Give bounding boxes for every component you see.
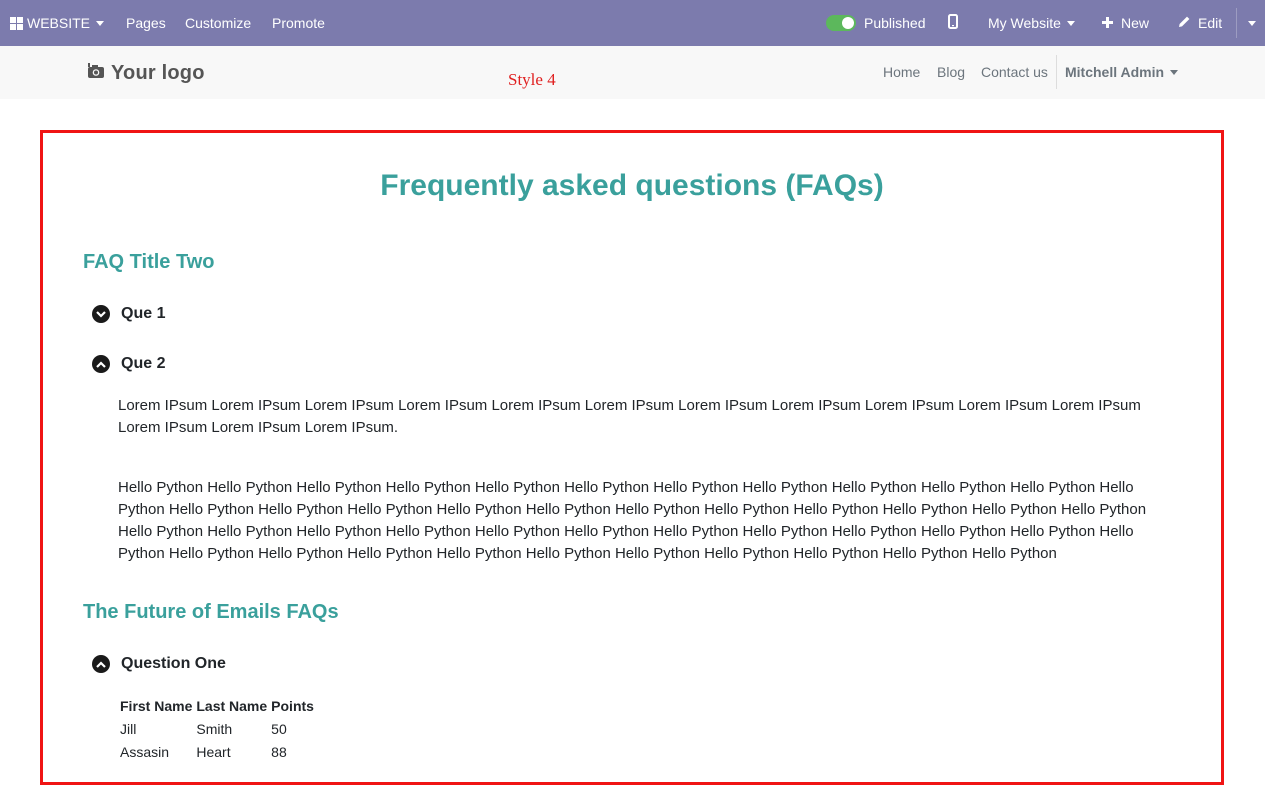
- published-toggle[interactable]: Published: [826, 0, 926, 46]
- faq-question[interactable]: Que 2: [92, 355, 165, 373]
- camera-icon: [87, 63, 105, 84]
- table-cell: 88: [271, 743, 287, 760]
- edit-label: Edit: [1198, 15, 1223, 31]
- table-cell: 50: [271, 720, 287, 737]
- new-button[interactable]: New: [1102, 0, 1149, 46]
- table-row: Assasin Heart 88: [118, 740, 316, 763]
- customize-menu[interactable]: Customize: [185, 0, 251, 46]
- plus-icon: [1102, 15, 1113, 31]
- column-header: Last Name: [196, 697, 268, 714]
- table-cell: Jill: [120, 720, 137, 737]
- promote-menu[interactable]: Promote: [272, 0, 325, 46]
- nav-link-contact-us[interactable]: Contact us: [981, 64, 1048, 80]
- toggle-switch-icon: [826, 15, 856, 31]
- table-header-row: First Name Last Name Points: [118, 694, 316, 717]
- chevron-up-circle-icon: [92, 355, 110, 373]
- edit-options-dropdown[interactable]: [1246, 0, 1256, 46]
- admin-top-bar: WEBSITE Pages Customize Promote Publishe…: [0, 0, 1265, 46]
- style-label: Style 4: [508, 70, 556, 89]
- column-header: Points: [271, 697, 314, 714]
- chevron-down-icon: [1248, 21, 1256, 26]
- faq-answer-paragraph: Lorem IPsum Lorem IPsum Lorem IPsum Lore…: [118, 397, 1141, 436]
- mobile-preview-button[interactable]: [948, 0, 958, 46]
- question-label: Que 2: [121, 355, 166, 372]
- pencil-icon: [1178, 15, 1191, 31]
- faq-section-title: The Future of Emails FAQs: [83, 601, 339, 623]
- chevron-down-icon: [1170, 70, 1179, 75]
- site-logo[interactable]: Your logo: [87, 62, 205, 85]
- site-header: Your logo Style 4 Home Blog Contact us M…: [0, 46, 1265, 99]
- table-cell: Assasin: [120, 743, 170, 760]
- nav-divider: [1056, 55, 1057, 89]
- published-label: Published: [864, 15, 926, 31]
- user-name: Mitchell Admin: [1065, 64, 1165, 80]
- website-menu-label: WEBSITE: [27, 15, 91, 31]
- chevron-down-icon: [1066, 21, 1075, 26]
- topbar-divider: [1236, 8, 1237, 38]
- logo-text: Your logo: [111, 62, 205, 84]
- chevron-up-circle-icon: [92, 655, 110, 673]
- question-label: Question One: [121, 655, 226, 672]
- faq-question[interactable]: Question One: [92, 655, 226, 673]
- chevron-down-icon: [96, 21, 105, 26]
- pages-menu[interactable]: Pages: [126, 0, 166, 46]
- page-title: Frequently asked questions (FAQs): [380, 169, 884, 202]
- column-header: First Name: [120, 697, 193, 714]
- mobile-phone-icon: [948, 14, 958, 32]
- website-menu[interactable]: WEBSITE: [10, 0, 105, 46]
- table-row: Jill Smith 50: [118, 717, 316, 740]
- chevron-down-circle-icon: [92, 305, 110, 323]
- edit-button[interactable]: Edit: [1178, 0, 1222, 46]
- question-label: Que 1: [121, 305, 166, 322]
- my-website-menu[interactable]: My Website: [988, 0, 1075, 46]
- faq-question[interactable]: Que 1: [92, 305, 165, 323]
- points-table: First Name Last Name Points Jill Smith 5…: [118, 694, 316, 763]
- nav-link-home[interactable]: Home: [883, 64, 920, 80]
- nav-link-blog[interactable]: Blog: [937, 64, 965, 80]
- user-menu[interactable]: Mitchell Admin: [1065, 64, 1179, 80]
- my-website-label: My Website: [988, 15, 1061, 31]
- table-cell: Smith: [196, 720, 233, 737]
- faq-section-title: FAQ Title Two: [83, 251, 215, 273]
- apps-grid-icon: [10, 16, 23, 30]
- new-label: New: [1121, 15, 1150, 31]
- faq-answer-paragraph: Hello Python Hello Python Hello Python H…: [118, 479, 1147, 562]
- faq-section: Frequently asked questions (FAQs) FAQ Ti…: [40, 130, 1224, 785]
- table-cell: Heart: [196, 743, 231, 760]
